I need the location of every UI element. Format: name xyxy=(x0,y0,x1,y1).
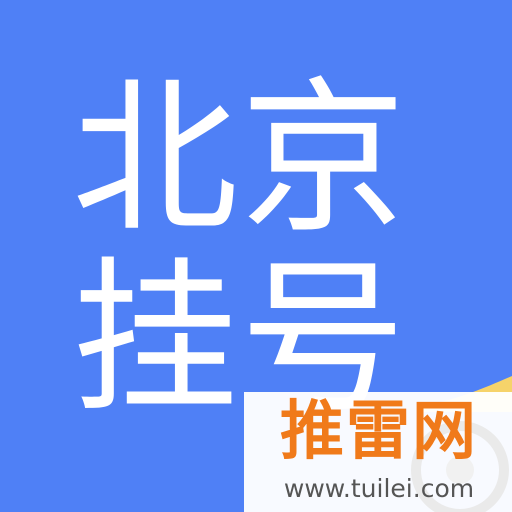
watermark-url: www.tuilei.com xyxy=(283,474,475,503)
icon-title: 北京 挂号 xyxy=(72,70,452,430)
title-line-1: 北京 xyxy=(72,63,408,256)
app-icon[interactable]: 北京 挂号 推雷网 www.tuilei.com xyxy=(0,0,512,512)
watermark-brand: 推雷网 xyxy=(280,395,478,469)
